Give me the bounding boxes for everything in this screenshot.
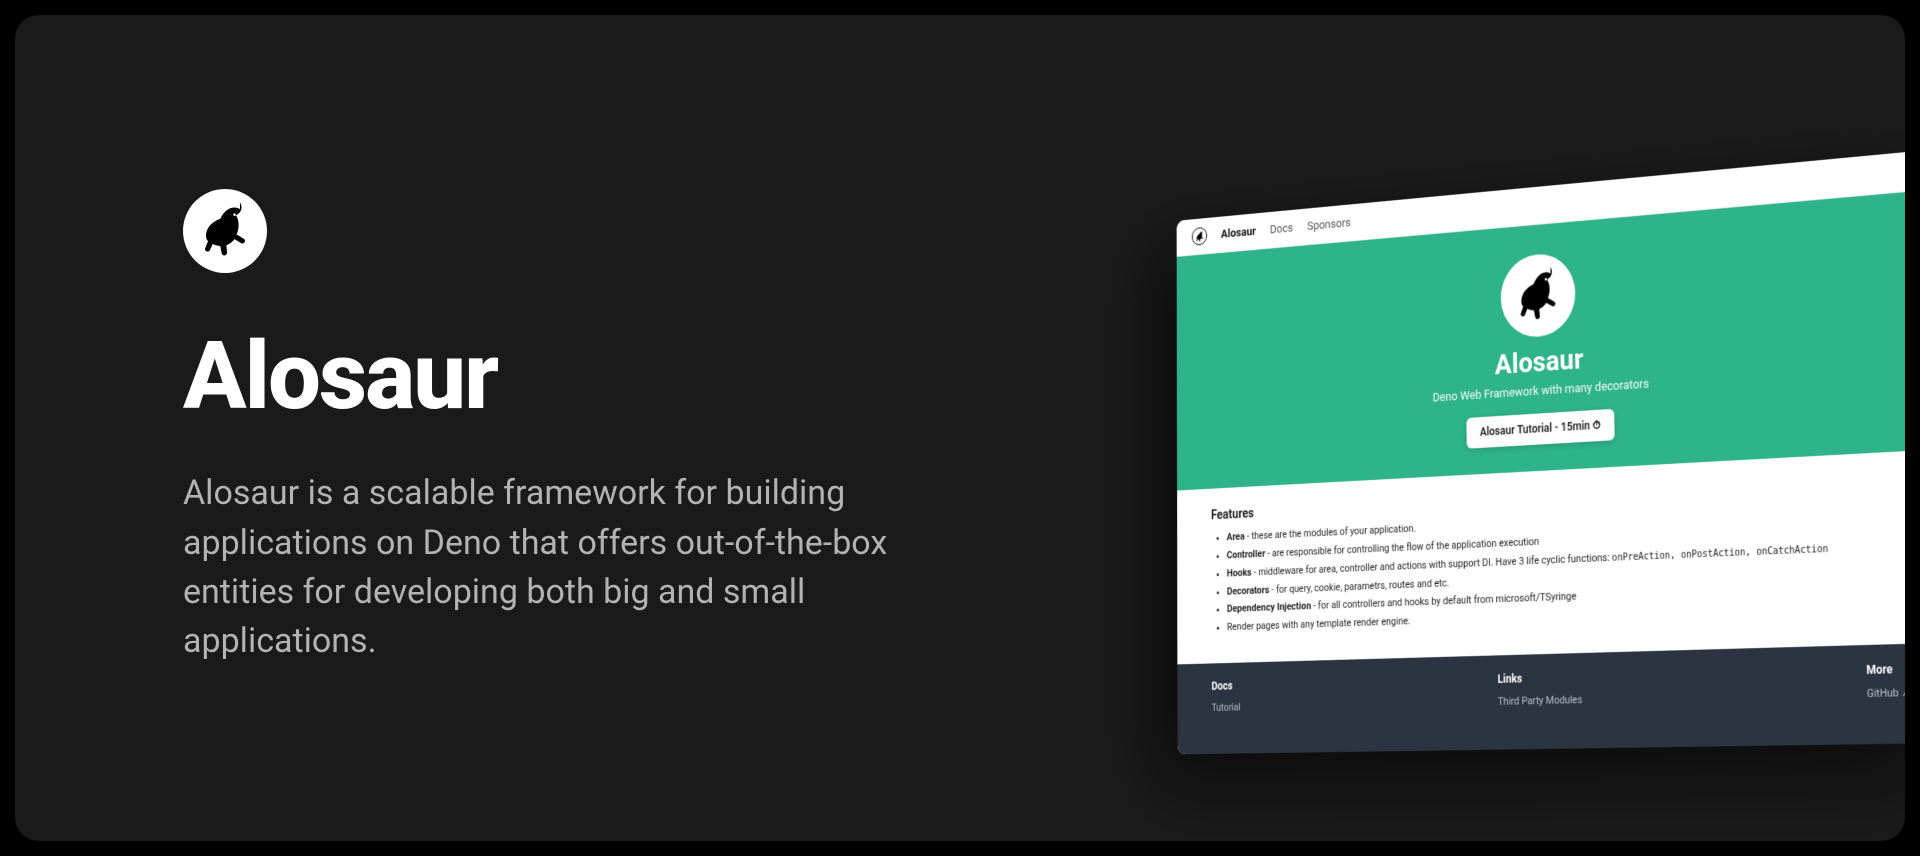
mock-footer-link[interactable]: GitHub ↗ xyxy=(1867,686,1905,700)
mock-brand[interactable]: Alosaur xyxy=(1221,224,1256,241)
mock-features-list: Area - these are the modules of your app… xyxy=(1211,499,1905,635)
left-panel: Alosaur Alosaur is a scalable framework … xyxy=(15,189,998,666)
mock-hero-logo xyxy=(1500,251,1576,339)
mock-footer-heading: Links xyxy=(1497,670,1582,685)
mock-footer-col: More GitHub ↗ xyxy=(1866,662,1905,704)
mock-footer-link[interactable]: Tutorial xyxy=(1212,701,1241,714)
mock-footer-col: Docs Tutorial xyxy=(1212,679,1241,717)
page-description: Alosaur is a scalable framework for buil… xyxy=(183,469,938,666)
mock-nav-sponsors[interactable]: Sponsors xyxy=(1307,216,1351,233)
mock-logo-icon xyxy=(1192,227,1207,246)
page-title: Alosaur xyxy=(183,329,938,423)
mock-tutorial-button[interactable]: Alosaur Tutorial - 15min ⏱ xyxy=(1466,409,1614,449)
alosaur-logo xyxy=(183,189,267,273)
mock-nav-docs[interactable]: Docs xyxy=(1270,221,1293,237)
mock-footer-heading: More xyxy=(1866,662,1905,677)
dinosaur-icon xyxy=(191,197,259,265)
screenshot-preview: Alosaur Docs Sponsors Alosaur Deno Web F… xyxy=(1177,149,1905,754)
mock-footer-link[interactable]: Third Party Modules xyxy=(1498,693,1583,707)
promo-card: Alosaur Alosaur is a scalable framework … xyxy=(15,15,1905,841)
mock-footer-heading: Docs xyxy=(1212,679,1241,693)
mock-footer-col: Links Third Party Modules xyxy=(1497,670,1582,711)
